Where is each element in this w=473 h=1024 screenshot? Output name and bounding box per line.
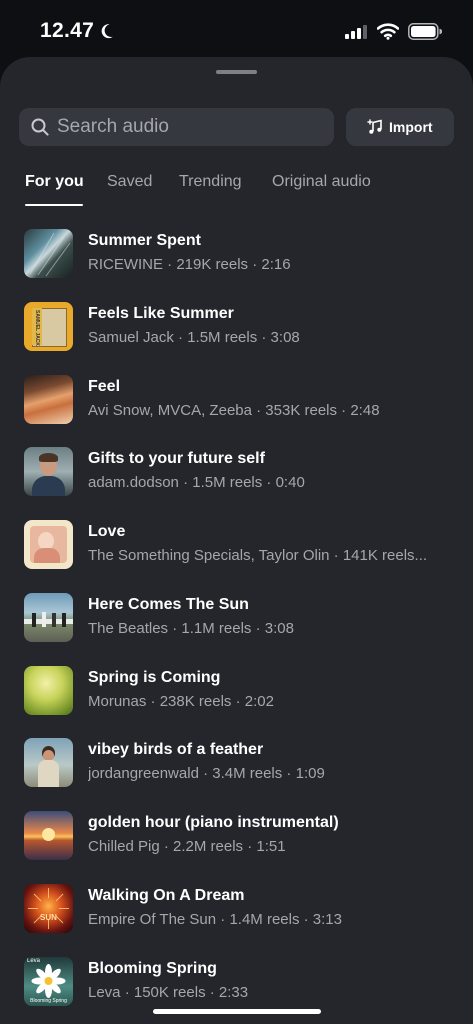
- album-art-text: Blooming Spring: [30, 998, 67, 1004]
- track-title: Love: [88, 523, 126, 540]
- wifi-icon: [377, 23, 399, 40]
- tab-original-audio[interactable]: Original audio: [272, 173, 371, 191]
- battery-icon: [408, 23, 442, 40]
- track-row[interactable]: Gifts to your future self adam.dodson · …: [0, 447, 473, 511]
- track-title: Here Comes The Sun: [88, 596, 249, 613]
- album-art: [24, 811, 73, 860]
- track-row[interactable]: Love The Something Specials, Taylor Olin…: [0, 520, 473, 584]
- album-art: [24, 229, 73, 278]
- music-note-add-icon: [367, 119, 382, 134]
- tab-bar: For you Saved Trending Original audio: [0, 173, 473, 209]
- album-art: Leva Blooming Spring: [24, 957, 73, 1006]
- album-art: [24, 593, 73, 642]
- track-subtitle: Empire Of The Sun · 1.4M reels · 3:13: [88, 911, 342, 928]
- track-subtitle: Samuel Jack · 1.5M reels · 3:08: [88, 329, 300, 346]
- album-art-text: SAMUEL JACK: [34, 310, 40, 347]
- track-subtitle: RICEWINE · 219K reels · 2:16: [88, 256, 291, 273]
- track-title: Blooming Spring: [88, 960, 217, 977]
- status-bar: 12.47: [0, 0, 473, 60]
- track-row[interactable]: SAMUEL JACK Feels Like Summer Samuel Jac…: [0, 302, 473, 366]
- search-bar[interactable]: [19, 108, 334, 146]
- import-label: Import: [389, 119, 433, 135]
- active-tab-indicator: [25, 204, 83, 206]
- search-icon: [31, 118, 49, 136]
- sheet-grabber[interactable]: [216, 70, 257, 74]
- album-art: [24, 375, 73, 424]
- track-subtitle: The Beatles · 1.1M reels · 3:08: [88, 620, 294, 637]
- home-indicator[interactable]: [153, 1009, 321, 1014]
- track-row[interactable]: vibey birds of a feather jordangreenwald…: [0, 738, 473, 802]
- track-title: Summer Spent: [88, 232, 201, 249]
- track-title: Gifts to your future self: [88, 450, 265, 467]
- audio-picker-sheet: Import For you Saved Trending Original a…: [0, 57, 473, 1024]
- tab-for-you[interactable]: For you: [25, 173, 84, 191]
- album-art: [24, 666, 73, 715]
- track-title: Walking On A Dream: [88, 887, 245, 904]
- album-art: SAMUEL JACK: [24, 302, 73, 351]
- search-input[interactable]: [57, 108, 317, 146]
- album-art: [24, 447, 73, 496]
- album-art-text: SUN: [40, 913, 57, 922]
- track-subtitle: Chilled Pig · 2.2M reels · 1:51: [88, 838, 286, 855]
- album-art: [24, 520, 73, 569]
- track-row[interactable]: Feel Avi Snow, MVCA, Zeeba · 353K reels …: [0, 375, 473, 439]
- track-subtitle: jordangreenwald · 3.4M reels · 1:09: [88, 765, 325, 782]
- tab-saved[interactable]: Saved: [107, 173, 152, 191]
- track-title: vibey birds of a feather: [88, 741, 264, 758]
- track-title: Feel: [88, 378, 121, 395]
- album-art: SUN: [24, 884, 73, 933]
- track-subtitle: Leva · 150K reels · 2:33: [88, 984, 249, 1001]
- track-subtitle: The Something Specials, Taylor Olin · 14…: [88, 547, 428, 564]
- track-title: Feels Like Summer: [88, 305, 234, 322]
- track-row[interactable]: Here Comes The Sun The Beatles · 1.1M re…: [0, 593, 473, 657]
- track-title: golden hour (piano instrumental): [88, 814, 339, 831]
- track-row[interactable]: golden hour (piano instrumental) Chilled…: [0, 811, 473, 875]
- album-art-text: Leva: [27, 958, 41, 964]
- track-subtitle: Morunas · 238K reels · 2:02: [88, 693, 274, 710]
- import-button[interactable]: Import: [346, 108, 454, 146]
- track-title: Spring is Coming: [88, 669, 221, 686]
- album-art: [24, 738, 73, 787]
- cellular-signal-icon: [345, 25, 367, 39]
- track-row[interactable]: SUN Walking On A Dream Empire Of The Sun…: [0, 884, 473, 948]
- status-time: 12.47: [40, 19, 95, 42]
- tab-trending[interactable]: Trending: [179, 173, 242, 191]
- track-row[interactable]: Summer Spent RICEWINE · 219K reels · 2:1…: [0, 229, 473, 293]
- track-row[interactable]: Spring is Coming Morunas · 238K reels · …: [0, 666, 473, 730]
- moon-icon: [101, 24, 113, 39]
- track-subtitle: adam.dodson · 1.5M reels · 0:40: [88, 474, 305, 491]
- track-subtitle: Avi Snow, MVCA, Zeeba · 353K reels · 2:4…: [88, 402, 380, 419]
